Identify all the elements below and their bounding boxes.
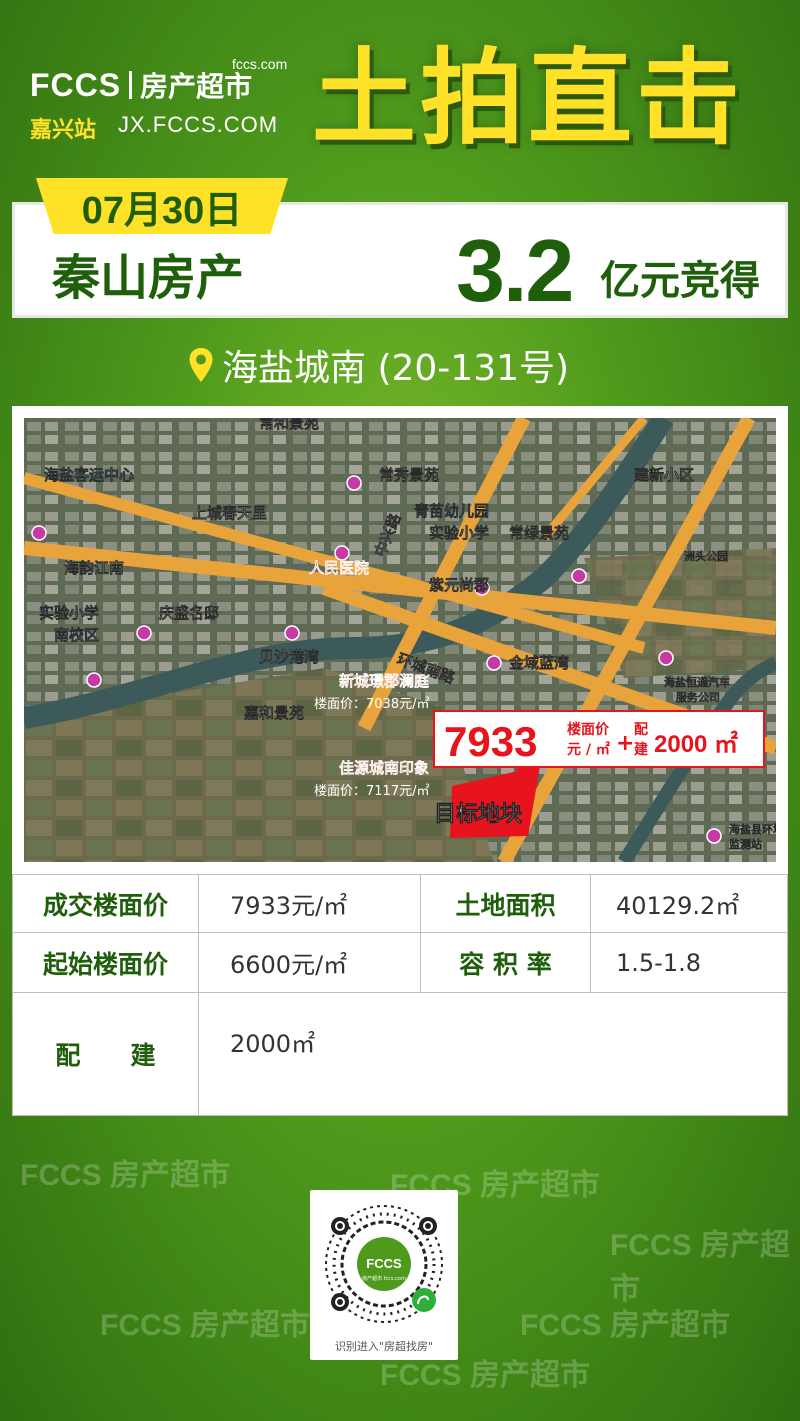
poi-marker: [486, 655, 502, 671]
date-tag: 07月30日: [36, 178, 288, 234]
location-text: 海盐城南 (20-131号): [222, 348, 570, 389]
callout-extra-bottom: 建: [634, 741, 648, 758]
poi-marker: [136, 625, 152, 641]
map-label: 监测站: [729, 837, 762, 851]
map-label: 紫元尚郡: [429, 576, 489, 594]
auction-date: 07月30日: [81, 189, 243, 232]
callout-extra-value: 2000 ㎡: [654, 730, 738, 758]
table-label-land-area: 土地面积: [421, 875, 590, 932]
callout-plus: +: [616, 731, 634, 756]
winning-price-suffix: 亿元竞得: [600, 258, 760, 304]
callout-unit-top: 楼面价: [567, 721, 610, 738]
map-label: 实验小学: [429, 524, 489, 542]
price-label: 楼面价：7038元/㎡: [314, 697, 429, 712]
callout-extra-top: 配: [634, 722, 648, 738]
map-label: 洲头公园: [684, 549, 728, 563]
station-name: 嘉兴站: [30, 118, 97, 143]
map-pin-icon: [189, 348, 213, 382]
poi-marker: [31, 525, 47, 541]
land-info-table: 成交楼面价 7933元/㎡ 土地面积 40129.2㎡ 起始楼面价 6600元/…: [12, 874, 788, 1116]
winner-name: 秦山房产: [52, 250, 245, 306]
price-label: 楼面价：7117元/㎡: [314, 784, 429, 799]
table-label-deal-price: 成交楼面价: [13, 875, 198, 932]
table-value-plot-ratio: 1.5-1.8: [616, 948, 701, 977]
map-label: 南校区: [54, 626, 99, 644]
map-label: 实验小学: [39, 604, 99, 622]
watermark: FCCS 房产超市: [20, 1159, 230, 1192]
map-label: 金域蓝湾: [508, 654, 569, 672]
watermark: FCCS 房产超市: [610, 1229, 790, 1306]
map-label: 常绿景苑: [509, 524, 569, 542]
qr-center-logo: FCCS: [366, 1256, 402, 1271]
map-label: 海盐客运中心: [44, 466, 134, 484]
satellite-map: 常和景苑 海盐客运中心 常秀景苑 建新小区 青苗幼儿园 实验小学 常绿景苑 上城…: [24, 418, 776, 862]
map-label: 常秀景苑: [379, 466, 439, 484]
poi-marker: [658, 650, 674, 666]
map-label: 服务公司: [676, 690, 720, 704]
table-value-land-area: 40129.2㎡: [616, 892, 740, 920]
map-label: 海盐恒通汽车: [664, 675, 730, 689]
callout-price: 7933: [444, 718, 537, 765]
logo-brand-text: FCCS: [30, 66, 122, 103]
station-url[interactable]: JX.FCCS.COM: [118, 112, 278, 138]
map-label: 贝沙港湾: [259, 648, 319, 666]
poi-marker: [571, 568, 587, 584]
map-label: 青苗幼儿园: [414, 502, 489, 520]
map-label: 建新小区: [634, 466, 694, 484]
poi-marker: [86, 672, 102, 688]
logo-cn-text: 房产超市: [140, 70, 253, 103]
qr-caption: 识别进入"房超找房": [334, 1340, 434, 1353]
winning-price: 3.2: [456, 221, 574, 320]
table-value-start-price: 6600元/㎡: [230, 951, 348, 979]
qr-center-cn: 房产超市 fccs.com: [362, 1275, 406, 1282]
table-value-deal-price: 7933元/㎡: [230, 892, 348, 920]
table-value-supporting: 2000㎡: [230, 1030, 316, 1058]
target-plot-label: 目标地块: [434, 801, 523, 827]
poi-marker: [346, 475, 362, 491]
site-map[interactable]: 常和景苑 海盐客运中心 常秀景苑 建新小区 青苗幼儿园 实验小学 常绿景苑 上城…: [24, 418, 776, 862]
location-line: 海盐城南 (20-131号): [188, 340, 569, 390]
map-label: 嘉和景苑: [243, 704, 304, 722]
map-label: 新城璟郡澜庭: [339, 672, 430, 690]
map-label: 海盐县环境: [729, 822, 776, 836]
map-label: 海韵江南: [64, 559, 124, 577]
table-label-supporting: 配 建: [13, 993, 198, 1115]
poi-marker: [706, 828, 722, 844]
table-label-start-price: 起始楼面价: [13, 933, 198, 992]
map-label: 上城春天里: [192, 504, 267, 522]
table-label-plot-ratio: 容 积 率: [421, 933, 590, 992]
qr-card[interactable]: FCCS 房产超市 fccs.com: [310, 1190, 458, 1360]
map-label: 人民医院: [309, 559, 369, 577]
brand-logo[interactable]: FCCS 房产超市: [30, 66, 253, 104]
watermark: FCCS 房产超市: [100, 1309, 310, 1342]
logo-divider: [129, 71, 133, 99]
map-label: 庆盛名邸: [159, 604, 219, 622]
map-label: 佳源城南印象: [339, 759, 429, 777]
mini-program-qr-icon: FCCS 房产超市 fccs.com: [325, 1205, 443, 1323]
map-label: 常和景苑: [259, 418, 319, 432]
poi-marker: [334, 545, 350, 561]
poi-marker: [284, 625, 300, 641]
page-title: 土拍直击: [312, 37, 745, 159]
callout-unit-bottom: 元 / ㎡: [567, 741, 610, 758]
